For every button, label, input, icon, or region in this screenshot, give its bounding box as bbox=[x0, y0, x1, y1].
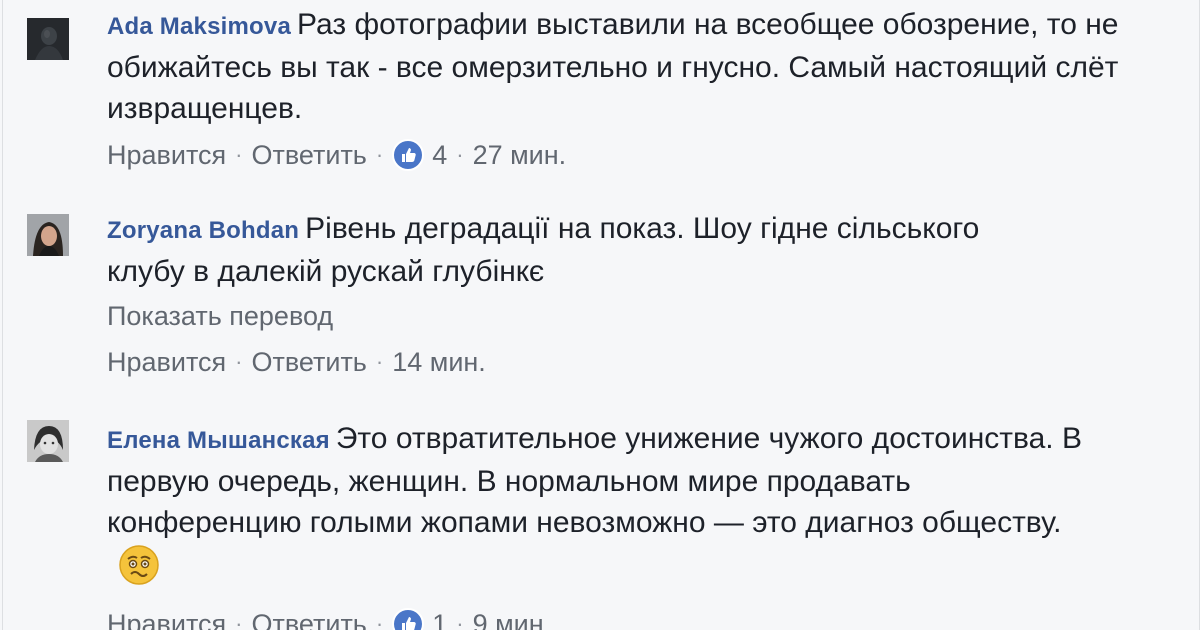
woman-photo-avatar-icon bbox=[27, 214, 69, 256]
separator-dot: · bbox=[375, 142, 384, 167]
comment-actions: Нравится · Ответить · 14 мин. bbox=[107, 342, 1157, 382]
author-name[interactable]: Елена Мышанская bbox=[107, 427, 330, 454]
separator-dot: · bbox=[235, 611, 243, 630]
author-name[interactable]: Ada Maksimova bbox=[107, 13, 291, 40]
separator-dot: · bbox=[456, 611, 464, 630]
reaction-count: 1 bbox=[432, 609, 448, 630]
timestamp[interactable]: 9 мин. bbox=[473, 604, 552, 630]
separator-dot: · bbox=[456, 142, 464, 167]
separator-dot: · bbox=[235, 349, 243, 374]
avatar[interactable] bbox=[27, 18, 69, 60]
comment-body: Елена Мышанская Это отвратительное унижен… bbox=[107, 418, 1157, 630]
comment-body: Zoryana Bohdan Рівень деградації на показ… bbox=[107, 208, 1157, 382]
like-link[interactable]: Нравится bbox=[107, 342, 226, 382]
separator-dot: · bbox=[375, 349, 384, 374]
comments-panel: Ada Maksimova Раз фотографии выставили на… bbox=[2, 0, 1200, 630]
timestamp[interactable]: 27 мин. bbox=[473, 135, 567, 175]
reply-link[interactable]: Ответить bbox=[251, 604, 366, 630]
comment-actions: Нравится · Ответить · 1 · 9 мин. bbox=[107, 604, 1157, 630]
bw-photo-avatar-icon bbox=[27, 420, 69, 462]
like-link[interactable]: Нравится bbox=[107, 135, 226, 175]
thumbs-up-icon bbox=[392, 608, 425, 630]
comment-actions: Нравится · Ответить · 4 · 27 мин. bbox=[107, 135, 1157, 175]
reaction-summary[interactable]: 1 bbox=[392, 604, 447, 630]
separator-dot: · bbox=[235, 142, 243, 167]
reply-link[interactable]: Ответить bbox=[251, 135, 366, 175]
thumbs-up-icon bbox=[392, 139, 425, 171]
show-translation-link[interactable]: Показать перевод bbox=[107, 296, 1157, 336]
author-name[interactable]: Zoryana Bohdan bbox=[107, 217, 299, 244]
reaction-count: 4 bbox=[432, 140, 448, 170]
timestamp[interactable]: 14 мин. bbox=[392, 342, 486, 382]
like-link[interactable]: Нравится bbox=[107, 604, 226, 630]
reaction-summary[interactable]: 4 bbox=[392, 135, 447, 175]
avatar[interactable] bbox=[27, 420, 69, 462]
disgusted-face-icon bbox=[117, 543, 161, 598]
dark-photo-avatar-icon bbox=[27, 18, 69, 60]
comment-body: Ada Maksimova Раз фотографии выставили на… bbox=[107, 4, 1157, 175]
reply-link[interactable]: Ответить bbox=[251, 342, 366, 382]
separator-dot: · bbox=[375, 611, 384, 630]
avatar[interactable] bbox=[27, 214, 69, 256]
